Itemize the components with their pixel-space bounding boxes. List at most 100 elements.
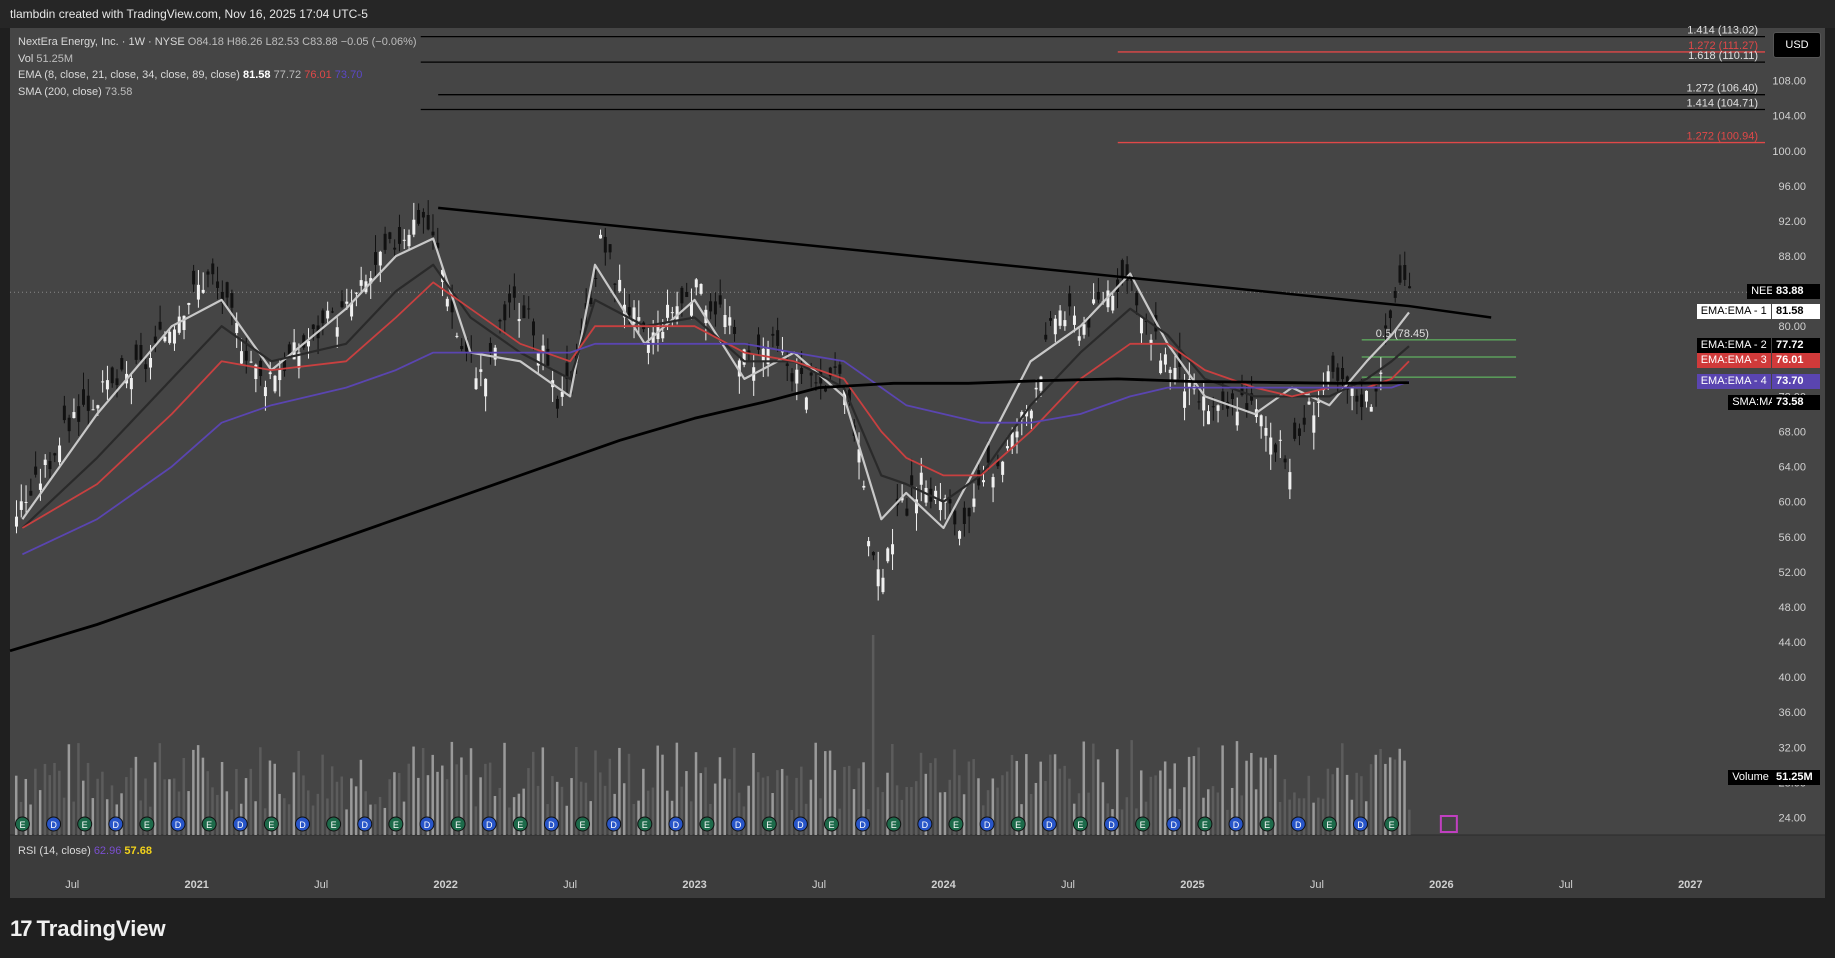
y-tick-label: 56.00 bbox=[1778, 532, 1806, 544]
candle-body bbox=[211, 263, 215, 275]
volume-bar bbox=[1403, 760, 1406, 835]
candle-body bbox=[460, 345, 464, 350]
candle-body bbox=[455, 335, 459, 337]
marker-glyph: D bbox=[922, 820, 929, 830]
volume-bar bbox=[445, 779, 449, 835]
volume-bar bbox=[345, 809, 348, 835]
candle-body bbox=[670, 312, 674, 314]
y-tick-label: 96.00 bbox=[1778, 181, 1806, 193]
l-value: 82.53 bbox=[271, 36, 300, 48]
volume-bar bbox=[278, 793, 281, 835]
volume-bar bbox=[666, 790, 669, 835]
candle-body bbox=[187, 302, 191, 305]
volume-bar bbox=[594, 750, 597, 835]
volume-bar bbox=[96, 778, 99, 835]
sma-label[interactable]: SMA (200, close) bbox=[18, 86, 102, 98]
candle-body bbox=[86, 395, 90, 411]
candle-body bbox=[1297, 428, 1301, 436]
candle-body bbox=[1259, 415, 1263, 427]
candle-body bbox=[488, 342, 492, 352]
candle-body bbox=[268, 372, 272, 375]
volume-bar bbox=[1029, 793, 1033, 835]
rsi-label[interactable]: RSI (14, close) bbox=[18, 845, 91, 857]
y-tick-label: 100.00 bbox=[1772, 146, 1806, 158]
y-tick-label: 60.00 bbox=[1778, 497, 1806, 509]
candle-body bbox=[43, 459, 47, 466]
volume-bar bbox=[1345, 774, 1349, 835]
candle-body bbox=[733, 326, 737, 334]
volume-bar bbox=[441, 765, 444, 835]
vol-label[interactable]: Vol bbox=[18, 53, 33, 65]
volume-bar bbox=[412, 746, 415, 835]
candle-body bbox=[1005, 446, 1009, 449]
volume-bar bbox=[62, 797, 66, 835]
price-tag-value: 83.88 bbox=[1772, 284, 1820, 300]
candle-body bbox=[273, 375, 277, 392]
candle-body bbox=[1159, 360, 1163, 374]
y-tick-label: 32.00 bbox=[1778, 742, 1806, 754]
candle-body bbox=[29, 490, 33, 496]
candle-body bbox=[718, 295, 722, 305]
marker-glyph: D bbox=[1295, 820, 1302, 830]
candle-body bbox=[474, 378, 478, 390]
marker-glyph: E bbox=[268, 820, 274, 830]
marker-glyph: E bbox=[953, 820, 959, 830]
volume-bar bbox=[819, 798, 822, 835]
volume-bar bbox=[1250, 752, 1253, 835]
marker-glyph: D bbox=[1357, 820, 1364, 830]
candle-body bbox=[206, 271, 210, 275]
candle-body bbox=[881, 577, 885, 593]
candle-body bbox=[508, 293, 512, 303]
fib-label: 1.618 (110.11) bbox=[1688, 50, 1758, 62]
candle-body bbox=[867, 541, 871, 547]
marker-glyph: D bbox=[299, 820, 306, 830]
volume-bar bbox=[321, 754, 324, 835]
currency-button[interactable]: USD bbox=[1773, 32, 1821, 58]
symbol-line[interactable]: NextEra Energy, Inc. · 1W · NYSE bbox=[18, 36, 185, 48]
marker-glyph: E bbox=[206, 820, 212, 830]
price-tag-label: Volume bbox=[1728, 770, 1773, 785]
candle-body bbox=[1302, 417, 1306, 425]
ema-label[interactable]: EMA (8, close, 21, close, 34, close, 89,… bbox=[18, 69, 240, 81]
candle-body bbox=[919, 472, 923, 485]
marker-glyph: D bbox=[1108, 820, 1115, 830]
volume-bar bbox=[38, 790, 42, 835]
candle-body bbox=[110, 367, 114, 384]
y-tick-label: 88.00 bbox=[1778, 251, 1806, 263]
candle-body bbox=[1216, 405, 1220, 411]
volume-bar bbox=[972, 759, 975, 835]
x-tick-label: 2021 bbox=[184, 879, 208, 891]
candle-body bbox=[1202, 396, 1206, 411]
volume-bar bbox=[536, 785, 540, 835]
candle-body bbox=[1403, 265, 1407, 280]
chart-canvas[interactable]: 24.0028.0032.0036.0040.0044.0048.0052.00… bbox=[0, 0, 1835, 958]
volume-bar bbox=[163, 779, 166, 835]
y-tick-label: 52.00 bbox=[1778, 567, 1806, 579]
marker-glyph: D bbox=[548, 820, 555, 830]
candle-body bbox=[713, 301, 717, 315]
footer-brand[interactable]: 17 TradingView bbox=[10, 916, 166, 942]
candle-body bbox=[72, 412, 76, 419]
volume-bar bbox=[316, 793, 320, 835]
candle-body bbox=[14, 516, 18, 527]
volume-bar bbox=[1312, 802, 1315, 835]
candle-body bbox=[105, 380, 109, 390]
price-tag-value: 73.58 bbox=[1772, 394, 1820, 410]
candle-body bbox=[804, 397, 808, 410]
volume-bar bbox=[752, 752, 755, 835]
volume-bar bbox=[374, 804, 377, 835]
volume-bar bbox=[134, 756, 138, 835]
x-tick-label: 2023 bbox=[682, 879, 706, 891]
candle-body bbox=[1068, 293, 1072, 307]
fib-label: 1.414 (104.71) bbox=[1686, 97, 1758, 109]
x-tick-label: 2026 bbox=[1429, 879, 1453, 891]
rsi-pane bbox=[10, 835, 1825, 898]
volume-bar bbox=[196, 745, 200, 835]
volume-bar bbox=[1321, 798, 1325, 835]
h-label: H bbox=[226, 36, 235, 48]
volume-bar bbox=[498, 787, 501, 835]
marker-glyph: E bbox=[642, 820, 648, 830]
volume-bar bbox=[852, 789, 856, 835]
volume-bar bbox=[326, 798, 329, 835]
candle-body bbox=[1235, 411, 1239, 426]
